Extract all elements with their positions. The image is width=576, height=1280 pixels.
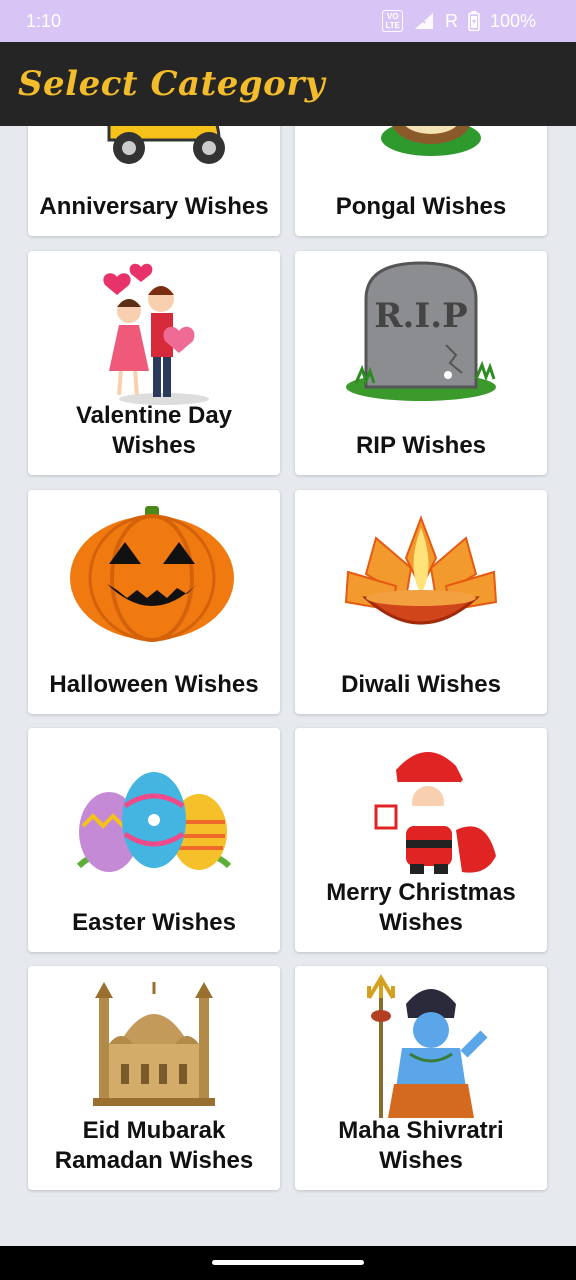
category-label: Halloween Wishes bbox=[49, 671, 259, 698]
app-bar: Select Category bbox=[0, 42, 576, 126]
category-label: RIP Wishes bbox=[355, 432, 487, 459]
navigation-bar bbox=[0, 1246, 576, 1280]
svg-text:R.I.P: R.I.P bbox=[374, 296, 467, 336]
page-title: Select Category bbox=[18, 64, 326, 104]
battery-percent: 100% bbox=[489, 10, 536, 31]
category-label: Diwali Wishes bbox=[341, 671, 501, 698]
scooter-couple-icon bbox=[28, 126, 280, 170]
signal-icon bbox=[413, 12, 435, 30]
pongal-pot-icon bbox=[295, 126, 547, 170]
category-card-shivratri[interactable]: Maha Shivratri Wishes bbox=[295, 966, 547, 1190]
category-card-christmas[interactable]: Merry Christmas Wishes bbox=[295, 728, 547, 952]
category-label: Eid Mubarak Ramadan Wishes bbox=[54, 1117, 254, 1174]
category-card-pongal[interactable]: Pongal Wishes bbox=[295, 126, 547, 236]
category-label: Easter Wishes bbox=[72, 909, 236, 936]
category-label: Anniversary Wishes bbox=[39, 193, 269, 220]
home-gesture-handle[interactable] bbox=[212, 1260, 364, 1265]
shiva-icon bbox=[295, 974, 547, 1124]
category-label: Pongal Wishes bbox=[335, 193, 507, 220]
category-label: Maha Shivratri Wishes bbox=[338, 1117, 504, 1174]
valentine-couple-icon bbox=[28, 259, 280, 409]
status-bar: 1:10 VO LTE R 100% bbox=[0, 0, 576, 42]
santa-icon bbox=[295, 736, 547, 886]
status-time: 1:10 bbox=[26, 10, 62, 31]
roaming-indicator: R bbox=[444, 10, 458, 31]
rip-tombstone-icon: R.I.P bbox=[295, 259, 547, 409]
category-card-easter[interactable]: Easter Wishes bbox=[28, 728, 280, 952]
volte-icon: VO LTE bbox=[382, 10, 403, 32]
mosque-icon bbox=[28, 974, 280, 1124]
category-card-halloween[interactable]: Halloween Wishes bbox=[28, 490, 280, 714]
category-card-eid[interactable]: Eid Mubarak Ramadan Wishes bbox=[28, 966, 280, 1190]
category-card-rip[interactable]: R.I.P RIP Wishes bbox=[295, 251, 547, 475]
category-label: Merry Christmas Wishes bbox=[326, 879, 516, 936]
battery-icon bbox=[468, 11, 480, 31]
diya-lamp-icon bbox=[295, 498, 547, 648]
pumpkin-icon bbox=[28, 498, 280, 648]
category-label: Valentine Day Wishes bbox=[75, 402, 233, 459]
category-card-valentine[interactable]: Valentine Day Wishes bbox=[28, 251, 280, 475]
category-grid[interactable]: Anniversary Wishes Pongal Wishes Valenti… bbox=[0, 126, 576, 1246]
category-card-anniversary[interactable]: Anniversary Wishes bbox=[28, 126, 280, 236]
easter-eggs-icon bbox=[28, 736, 280, 886]
status-icons: VO LTE R 100% bbox=[382, 10, 536, 32]
category-card-diwali[interactable]: Diwali Wishes bbox=[295, 490, 547, 714]
